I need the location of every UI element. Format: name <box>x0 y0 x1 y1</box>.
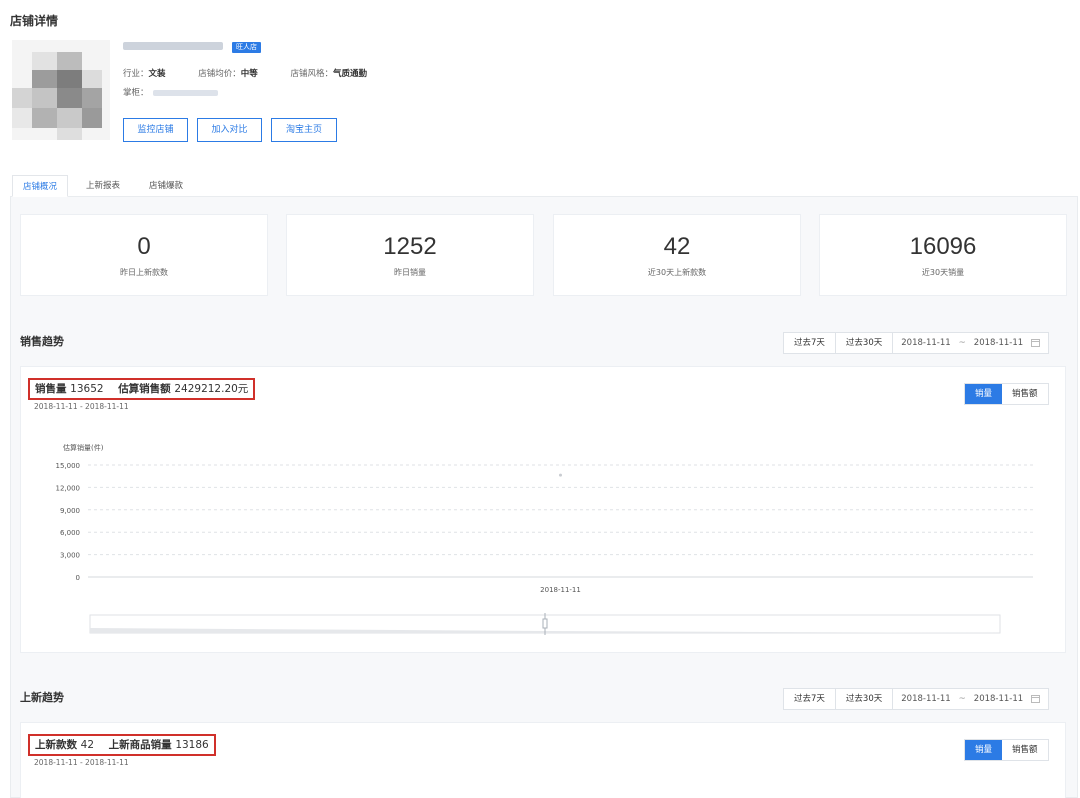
y-tick-label: 9,000 <box>60 507 80 515</box>
meta-avg-price: 店铺均价：中等 <box>198 69 258 79</box>
y-tick-label: 3,000 <box>60 552 80 560</box>
new-trend-title: 上新趋势 <box>20 691 64 704</box>
stat-label: 昨日上新款数 <box>120 268 168 277</box>
y-tick-label: 12,000 <box>56 484 81 492</box>
sales-range-last30-button[interactable]: 过去30天 <box>836 333 894 353</box>
tab-new-report[interactable]: 上新报表 <box>76 175 130 197</box>
shop-avatar <box>12 40 110 140</box>
stat-card-new-yesterday: 0 昨日上新款数 <box>20 214 268 296</box>
sales-summary-highlight: 销售量 13652 估算销售额 2429212.20元 <box>28 378 256 400</box>
stat-value: 16096 <box>909 233 977 260</box>
stat-label: 近30天销量 <box>921 268 965 277</box>
sales-date-range-picker[interactable]: 2018-11-11 ~ 2018-11-11 <box>893 333 1048 353</box>
sales-metric-toggle: 销量 销售额 <box>964 383 1049 405</box>
new-range-selector: 过去7天 过去30天 2018-11-11 ~ 2018-11-11 <box>783 688 1050 710</box>
monitor-shop-button[interactable]: 监控店铺 <box>123 118 188 142</box>
toggle-volume-button[interactable]: 销量 <box>965 384 1003 404</box>
shop-owner: 掌柜： <box>123 86 218 98</box>
new-range-last30-button[interactable]: 过去30天 <box>836 689 894 709</box>
toggle-amount-button[interactable]: 销售额 <box>1002 740 1048 760</box>
x-tick-label: 2018-11-11 <box>540 586 581 594</box>
stat-label: 昨日销量 <box>394 268 426 277</box>
stat-card-sales-30d: 16096 近30天销量 <box>819 214 1067 296</box>
y-tick-label: 15,000 <box>56 462 81 470</box>
calendar-icon <box>1031 695 1041 703</box>
sales-amount-value: 2429212.20元 <box>174 383 249 395</box>
stat-value: 0 <box>137 233 151 260</box>
meta-style: 店铺风格：气质通勤 <box>290 69 367 79</box>
tab-hot-items[interactable]: 店铺爆款 <box>139 175 193 197</box>
sales-end-date: 2018-11-11 <box>973 338 1024 348</box>
sales-line-chart: 估算销量(件) 15,000 12,000 9,000 6,000 3,000 0 2018-… <box>56 443 1033 635</box>
taobao-home-button[interactable]: 淘宝主页 <box>271 118 337 142</box>
new-summary-highlight: 上新款数 42 上新商品销量 13186 <box>28 734 216 756</box>
stat-value: 1252 <box>383 233 437 260</box>
stat-value: 42 <box>663 233 691 260</box>
sales-start-date: 2018-11-11 <box>901 338 951 348</box>
new-date-range-picker[interactable]: 2018-11-11 ~ 2018-11-11 <box>893 689 1048 709</box>
new-count-value: 42 <box>80 739 95 751</box>
sales-summary-date: 2018-11-11 - 2018-11-11 <box>34 402 129 411</box>
y-axis-label: 估算销量(件) <box>63 443 104 452</box>
toggle-volume-button[interactable]: 销量 <box>965 740 1003 760</box>
sales-volume-value: 13652 <box>70 383 104 395</box>
zoom-handle[interactable] <box>542 618 548 629</box>
sales-range-selector: 过去7天 过去30天 2018-11-11 ~ 2018-11-11 <box>783 332 1050 354</box>
y-tick-label: 6,000 <box>60 529 80 537</box>
stat-label: 近30天上新款数 <box>647 268 707 277</box>
data-point <box>559 473 562 477</box>
new-sales-value: 13186 <box>175 739 209 751</box>
meta-industry: 行业：文装 <box>123 69 166 79</box>
sales-trend-title: 销售趋势 <box>20 335 64 348</box>
shop-meta: 行业：文装 店铺均价：中等 店铺风格：气质通勤 <box>123 67 397 79</box>
toggle-amount-button[interactable]: 销售额 <box>1002 384 1048 404</box>
owner-name-blurred <box>152 89 218 96</box>
new-metric-toggle: 销量 销售额 <box>964 739 1049 761</box>
tab-shop-overview[interactable]: 店铺概况 <box>12 175 69 197</box>
new-summary-date: 2018-11-11 - 2018-11-11 <box>34 758 129 767</box>
sales-range-last7-button[interactable]: 过去7天 <box>784 333 836 353</box>
stat-card-new-30d: 42 近30天上新款数 <box>553 214 801 296</box>
add-compare-button[interactable]: 加入对比 <box>197 118 262 142</box>
new-range-last7-button[interactable]: 过去7天 <box>784 689 836 709</box>
page-title: 店铺详情 <box>10 14 59 28</box>
date-separator: ~ <box>958 338 966 348</box>
new-end-date: 2018-11-11 <box>973 694 1024 704</box>
new-start-date: 2018-11-11 <box>901 694 951 704</box>
date-separator: ~ <box>958 694 966 704</box>
y-tick-label: 0 <box>76 574 80 582</box>
calendar-icon <box>1031 339 1041 347</box>
shop-name-blurred <box>123 42 223 50</box>
shop-badge: 旺人店 <box>232 42 261 53</box>
stat-card-sales-yesterday: 1252 昨日销量 <box>286 214 534 296</box>
